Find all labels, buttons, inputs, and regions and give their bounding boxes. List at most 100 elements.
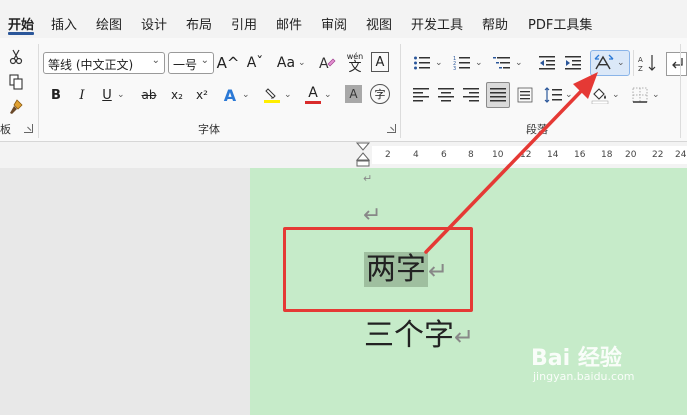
multilevel-list-button[interactable]	[491, 52, 513, 74]
chevron-down-icon: ⌄	[515, 58, 523, 68]
show-formatting-marks-button[interactable]	[666, 52, 687, 76]
copy-button[interactable]	[6, 71, 26, 93]
tab-mailings[interactable]: 邮件	[276, 14, 302, 33]
change-case-button[interactable]: Aa	[274, 52, 298, 74]
font-size-combo[interactable]: 一号 ⌄	[168, 52, 214, 74]
ruler-number: 10	[492, 150, 504, 160]
character-border-button[interactable]: A	[371, 52, 389, 72]
ruler-number: 6	[441, 150, 447, 160]
paintbrush-icon	[10, 99, 23, 114]
tab-help[interactable]: 帮助	[482, 14, 508, 33]
phonetic-guide-button[interactable]: wén 文	[345, 50, 365, 76]
subscript-button[interactable]: x₂	[168, 84, 186, 106]
decrease-indent-button[interactable]	[537, 52, 557, 74]
line-break-icon	[671, 58, 683, 69]
group-separator	[38, 44, 39, 138]
chevron-down-icon: ⌄	[200, 55, 209, 66]
chevron-down-icon: ⌄	[284, 90, 292, 100]
chevron-down-icon: ⌄	[612, 90, 620, 100]
chevron-down-icon: ⌄	[652, 90, 660, 100]
align-center-button[interactable]	[436, 84, 456, 106]
line-spacing-button[interactable]	[543, 84, 563, 106]
text-effects-button[interactable]: A	[221, 84, 239, 106]
chevron-down-icon: ⌄	[298, 58, 306, 68]
horizontal-ruler[interactable]: 2 4 6 8 10 12 14 16 18 20 22 24	[0, 142, 687, 168]
ruler-number: 12	[520, 150, 532, 160]
decrease-indent-icon	[539, 56, 555, 70]
borders-button[interactable]	[630, 84, 650, 106]
paint-bucket-icon	[591, 88, 609, 104]
shrink-font-button[interactable]: Aˇ	[244, 52, 266, 74]
tab-home[interactable]: 开始	[8, 14, 34, 33]
chevron-down-icon: ⌄	[151, 55, 160, 66]
clipboard-group-label: 板	[0, 123, 11, 136]
ruler-number: 18	[601, 150, 613, 160]
clipboard-dialog-launcher[interactable]	[24, 124, 33, 133]
watermark-url: jingyan.baidu.com	[533, 370, 635, 383]
distributed-button[interactable]	[515, 84, 535, 106]
font-color-button[interactable]: A	[304, 82, 322, 106]
font-dialog-launcher[interactable]	[387, 124, 396, 133]
tab-view[interactable]: 视图	[366, 14, 392, 33]
sort-button[interactable]: A Z	[637, 52, 659, 74]
ribbon: 板 等线 (中文正文) ⌄ 一号 ⌄ A^ Aˇ Aa ⌄ A wén 文 A …	[0, 38, 687, 142]
chevron-down-icon: ⌄	[617, 58, 625, 68]
bullets-button[interactable]	[411, 52, 433, 74]
align-right-button[interactable]	[461, 84, 481, 106]
highlight-color-button[interactable]	[262, 84, 282, 106]
tab-insert[interactable]: 插入	[51, 14, 77, 33]
svg-text:3: 3	[453, 66, 456, 71]
tab-pdf-tools[interactable]: PDF工具集	[528, 14, 592, 33]
ruler-number: 4	[413, 150, 419, 160]
tab-design[interactable]: 设计	[141, 14, 167, 33]
grow-font-button[interactable]: A^	[217, 52, 240, 74]
ruler-number: 14	[547, 150, 559, 160]
document-line-2[interactable]: 三个字↵	[364, 316, 474, 356]
superscript-button[interactable]: x²	[193, 84, 211, 106]
copy-icon	[9, 74, 23, 90]
numbering-button[interactable]: 1 2 3	[451, 52, 473, 74]
chevron-down-icon: ⌄	[565, 90, 573, 100]
shading-button[interactable]	[590, 84, 610, 106]
bold-button[interactable]: B	[48, 84, 64, 106]
numbered-list-icon: 1 2 3	[453, 56, 470, 71]
chevron-down-icon: ⌄	[117, 90, 125, 100]
ruler-number: 16	[574, 150, 586, 160]
align-justify-icon	[490, 88, 506, 102]
ruler-number: 2	[385, 150, 391, 160]
clear-formatting-button[interactable]: A	[316, 52, 338, 74]
cut-button[interactable]	[6, 46, 26, 68]
font-name-value: 等线 (中文正文)	[48, 58, 134, 72]
font-color-swatch	[305, 100, 321, 104]
font-group-label: 字体	[198, 123, 220, 136]
align-distributed-icon	[517, 87, 533, 103]
paragraph-group-label: 段落	[526, 123, 548, 136]
align-left-icon	[413, 88, 429, 102]
font-name-combo[interactable]: 等线 (中文正文) ⌄	[43, 52, 165, 74]
button-separator	[633, 50, 634, 76]
line-text: 三个字	[364, 318, 454, 353]
ribbon-tab-bar: 开始 插入 绘图 设计 布局 引用 邮件 审阅 视图 开发工具 帮助 PDF工具…	[0, 0, 687, 38]
ruler-number: 22	[652, 150, 664, 160]
borders-icon	[632, 87, 648, 103]
character-shading-button[interactable]: A	[345, 85, 362, 103]
strikethrough-button[interactable]: ab	[139, 84, 159, 106]
underline-button[interactable]: U	[99, 84, 115, 106]
asian-layout-icon	[594, 54, 614, 70]
tab-draw[interactable]: 绘图	[96, 14, 122, 33]
ruler-number: 8	[468, 150, 474, 160]
justify-button[interactable]	[486, 82, 510, 108]
tab-review[interactable]: 审阅	[321, 14, 347, 33]
tab-references[interactable]: 引用	[231, 14, 257, 33]
italic-button[interactable]: I	[74, 84, 90, 106]
ruler-number: 24	[675, 150, 687, 160]
chevron-down-icon: ⌄	[475, 58, 483, 68]
indent-marker-icon[interactable]	[355, 142, 371, 168]
align-left-button[interactable]	[411, 84, 431, 106]
enclose-characters-button[interactable]: 字	[370, 84, 390, 104]
tab-layout[interactable]: 布局	[186, 14, 212, 33]
increase-indent-button[interactable]	[563, 52, 583, 74]
format-painter-button[interactable]	[6, 96, 26, 118]
clear-formatting-icon: A	[319, 56, 336, 72]
tab-developer[interactable]: 开发工具	[411, 14, 463, 33]
